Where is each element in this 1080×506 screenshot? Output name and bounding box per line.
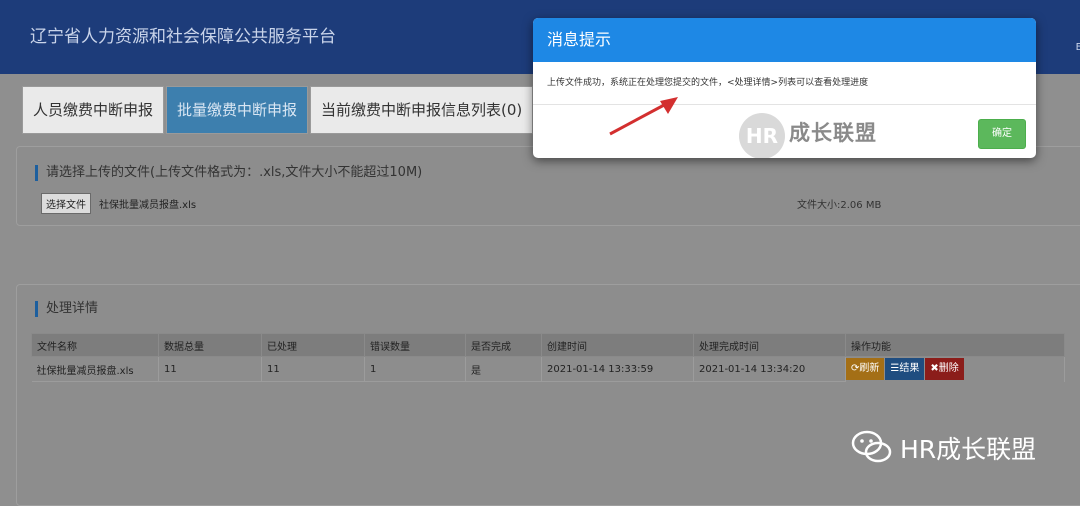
- delete-label: 删除: [938, 363, 959, 375]
- header-corner-text: E: [1075, 42, 1080, 53]
- watermark-logo: HR: [739, 113, 785, 158]
- tab-individual-interrupt[interactable]: 人员缴费中断申报: [22, 86, 165, 134]
- column-header: 操作功能: [845, 333, 1065, 357]
- selected-file-name: 社保批量减员报盘.xls: [99, 200, 197, 211]
- detail-section-title: 处理详情: [35, 301, 98, 317]
- column-header: 数据总量: [158, 333, 262, 357]
- cell-completed: 是: [465, 356, 542, 382]
- refresh-label: 刷新: [859, 363, 880, 375]
- file-size-label: 文件大小:2.06 MB: [797, 200, 882, 211]
- column-header: 是否完成: [465, 333, 542, 357]
- cell-actions: ⟳刷新 ☰结果 ✖删除: [845, 356, 1065, 382]
- tab-current-list[interactable]: 当前缴费中断申报信息列表(0): [310, 86, 534, 134]
- tab-batch-interrupt[interactable]: 批量缴费中断申报: [166, 86, 309, 134]
- upload-section-title: 请选择上传的文件(上传文件格式为：.xls,文件大小不能超过10M): [35, 165, 422, 181]
- column-header: 错误数量: [364, 333, 466, 357]
- cell-finished-time: 2021-01-14 13:34:20: [693, 356, 846, 382]
- watermark-brand: HR成长联盟: [900, 435, 1037, 464]
- cell-created-time: 2021-01-14 13:33:59: [541, 356, 694, 382]
- dialog-title: 消息提示: [533, 18, 1036, 62]
- cell-processed: 11: [261, 356, 365, 382]
- upload-panel: 请选择上传的文件(上传文件格式为：.xls,文件大小不能超过10M) 选择文件 …: [16, 146, 1080, 226]
- list-icon: ☰: [890, 363, 900, 375]
- column-header: 文件名称: [31, 333, 159, 357]
- table-row: 社保批量减员报盘.xls 11 11 1 是 2021-01-14 13:33:…: [31, 356, 1065, 382]
- close-icon: ✖: [930, 363, 939, 375]
- watermark-text: 成长联盟: [789, 121, 877, 145]
- detail-panel: 处理详情 文件名称 数据总量 已处理 错误数量 是否完成 创建时间 处理完成时间…: [16, 284, 1080, 506]
- refresh-button[interactable]: ⟳刷新: [846, 358, 885, 381]
- wechat-icon: [851, 430, 892, 463]
- process-detail-table: 文件名称 数据总量 已处理 错误数量 是否完成 创建时间 处理完成时间 操作功能…: [31, 333, 1065, 382]
- cell-total: 11: [158, 356, 262, 382]
- result-button[interactable]: ☰结果: [885, 358, 925, 381]
- column-header: 处理完成时间: [693, 333, 846, 357]
- cell-errors: 1: [364, 356, 466, 382]
- delete-button[interactable]: ✖删除: [925, 358, 964, 381]
- site-title: 辽宁省人力资源和社会保障公共服务平台: [30, 27, 336, 47]
- column-header: 创建时间: [541, 333, 694, 357]
- column-header: 已处理: [261, 333, 365, 357]
- table-header-row: 文件名称 数据总量 已处理 错误数量 是否完成 创建时间 处理完成时间 操作功能: [31, 333, 1065, 357]
- confirm-button[interactable]: 确定: [978, 119, 1026, 149]
- red-arrow-annotation: [609, 97, 678, 136]
- result-label: 结果: [899, 363, 920, 375]
- choose-file-button[interactable]: 选择文件: [41, 193, 91, 214]
- cell-file-name: 社保批量减员报盘.xls: [31, 356, 159, 382]
- tab-bar: 人员缴费中断申报 批量缴费中断申报 当前缴费中断申报信息列表(0): [22, 86, 535, 134]
